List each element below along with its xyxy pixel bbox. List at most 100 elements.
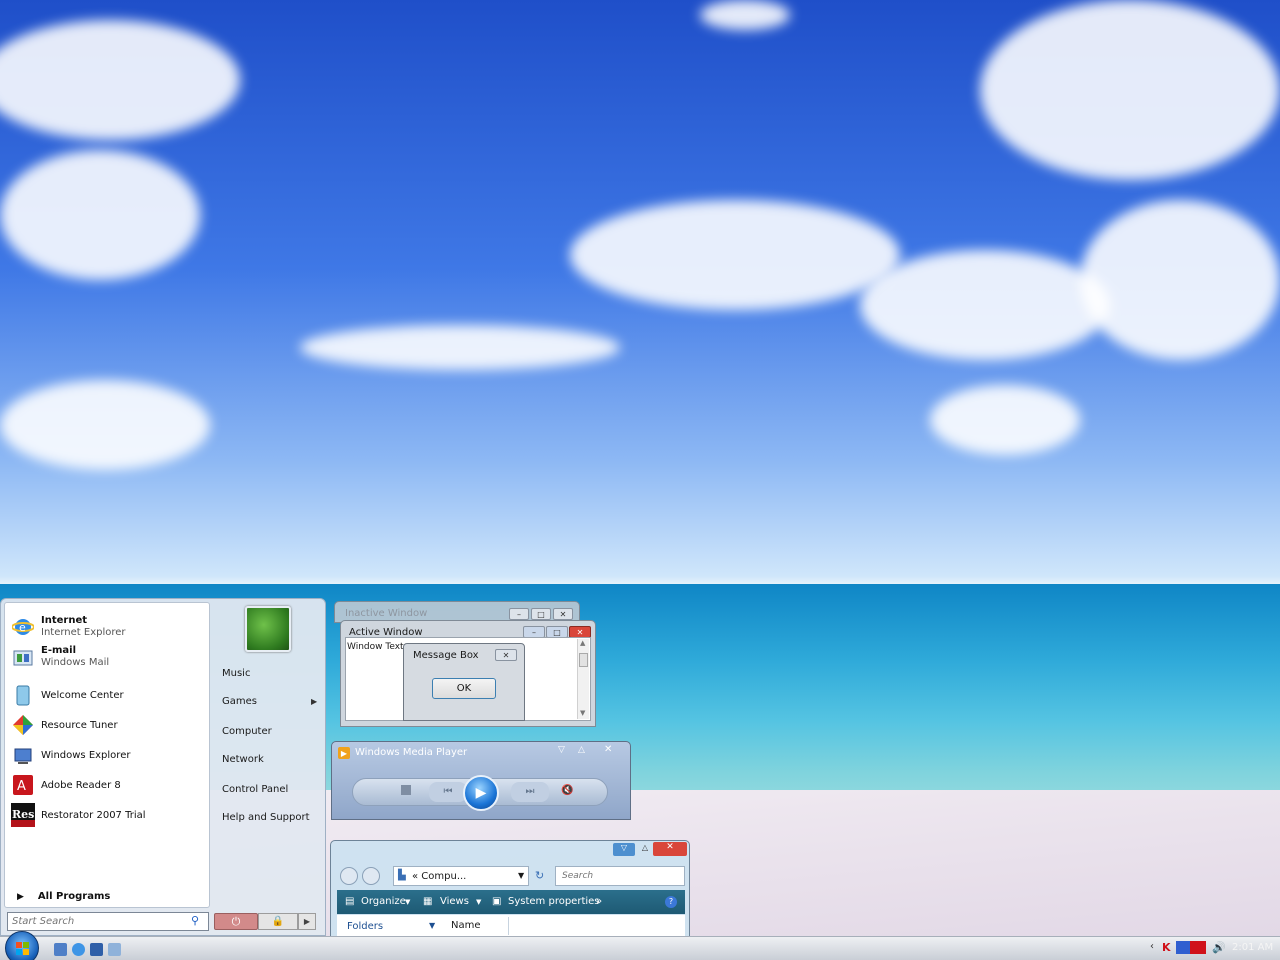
cloud	[860, 250, 1110, 360]
organize-menu[interactable]: Organize	[361, 896, 406, 907]
start-search-input[interactable]	[7, 912, 209, 931]
scrollbar-thumb[interactable]	[579, 653, 588, 667]
link-computer[interactable]: Computer	[222, 726, 272, 737]
pinned-item-subtitle: Internet Explorer	[41, 627, 126, 638]
window-text: Window Text	[347, 642, 404, 652]
link-control-panel[interactable]: Control Panel	[222, 784, 288, 795]
cloud	[1080, 200, 1280, 360]
forward-button[interactable]	[362, 867, 380, 885]
start-menu: e Internet Internet Explorer E-mail Window…	[0, 598, 326, 936]
adobe-reader-icon: A	[11, 773, 35, 797]
maximize-icon: △	[641, 843, 649, 852]
chevron-down-icon[interactable]: ▽	[558, 745, 565, 755]
windows-logo-icon	[16, 942, 29, 955]
minimize-icon: ▽	[620, 843, 628, 852]
close-icon: ✕	[576, 627, 584, 637]
link-network[interactable]: Network	[222, 754, 264, 765]
volume-icon[interactable]: 🔊	[1212, 941, 1226, 954]
close-icon[interactable]: ✕	[604, 744, 612, 755]
pinned-item-title: Internet	[41, 615, 88, 626]
internet-explorer-icon: e	[11, 615, 35, 639]
minimize-icon: –	[517, 609, 521, 619]
computer-icon: ▙	[398, 870, 406, 881]
organize-icon: ▤	[345, 896, 355, 907]
folders-pane-toggle[interactable]: Folders	[347, 921, 383, 932]
lock-button[interactable]: 🔒	[258, 913, 298, 930]
all-programs-button[interactable]: ▶ All Programs	[17, 891, 110, 902]
help-icon[interactable]: ?	[665, 896, 677, 908]
cloud	[700, 0, 790, 30]
next-button[interactable]: ⏭	[511, 782, 549, 802]
address-bar[interactable]: ▙ « Compu... ▼	[393, 866, 529, 886]
scroll-up-icon: ▲	[580, 639, 586, 647]
explorer-window[interactable]: ▽ △ ✕ ▙ « Compu... ▼ ↻ ▤ Organize ▼ ▦ Vi…	[330, 840, 690, 941]
messenger-tray-icon[interactable]	[1190, 941, 1206, 954]
svg-text:Res: Res	[12, 808, 34, 821]
refresh-icon[interactable]: ↻	[535, 869, 544, 882]
windows-media-player-icon[interactable]	[108, 943, 121, 956]
recent-item-windows-explorer[interactable]: Windows Explorer	[11, 741, 207, 769]
recent-item-label: Windows Explorer	[41, 749, 131, 761]
link-games[interactable]: Games	[222, 696, 257, 707]
message-box-dialog[interactable]: Message Box ✕ OK	[403, 643, 525, 721]
vertical-scrollbar[interactable]: ▲ ▼	[577, 639, 589, 719]
recent-item-restorator[interactable]: Res Restorator 2007 Trial	[11, 801, 207, 829]
previous-button[interactable]: ⏮	[429, 782, 467, 802]
close-icon: ✕	[559, 609, 567, 619]
chevron-down-icon[interactable]: ▼	[518, 871, 524, 880]
windows-mail-icon	[11, 645, 35, 669]
system-properties-button[interactable]: System properties	[508, 896, 600, 907]
switch-windows-icon[interactable]	[90, 943, 103, 956]
close-button[interactable]: ✕	[495, 649, 517, 661]
network-tray-icon[interactable]	[1176, 941, 1190, 954]
recent-item-welcome-center[interactable]: Welcome Center	[11, 681, 207, 709]
play-button[interactable]: ▶	[463, 775, 499, 811]
chevron-left-icon[interactable]: ‹	[1150, 941, 1154, 952]
scroll-down-icon: ▼	[580, 709, 586, 717]
recent-item-resource-tuner[interactable]: Resource Tuner	[11, 711, 207, 739]
views-icon: ▦	[423, 896, 433, 907]
pinned-item-email[interactable]: E-mail Windows Mail	[11, 643, 207, 671]
antivirus-tray-icon[interactable]: K	[1162, 941, 1171, 954]
chevron-right-icon: ▶	[17, 891, 24, 902]
user-picture[interactable]	[245, 606, 291, 652]
link-music[interactable]: Music	[222, 668, 250, 679]
minimize-button[interactable]: –	[509, 608, 529, 620]
ok-button[interactable]: OK	[432, 678, 496, 699]
link-help-and-support[interactable]: Help and Support	[222, 812, 310, 823]
dialog-title: Message Box	[413, 650, 479, 661]
internet-explorer-icon[interactable]	[72, 943, 85, 956]
media-player-window[interactable]: ▶ Windows Media Player ▽ △ ✕ ⏮ ⏭ 🔇 ▶	[331, 741, 631, 820]
maximize-icon[interactable]: △	[578, 745, 585, 755]
maximize-button[interactable]: △	[637, 843, 653, 856]
lock-icon: 🔒	[271, 916, 285, 927]
pinned-item-subtitle: Windows Mail	[41, 657, 110, 668]
power-options-button[interactable]: ▶	[298, 913, 316, 930]
pinned-item-title: E-mail	[41, 645, 77, 656]
maximize-button[interactable]: □	[531, 608, 551, 620]
back-button[interactable]	[340, 867, 358, 885]
name-column-header[interactable]: Name	[445, 917, 509, 935]
windows-explorer-icon	[11, 743, 35, 767]
close-button[interactable]: ✕	[553, 608, 573, 620]
media-player-icon: ▶	[338, 747, 350, 759]
search-input[interactable]	[555, 866, 685, 886]
power-button[interactable]: ⏻	[214, 913, 258, 930]
stop-button[interactable]	[401, 785, 411, 795]
close-icon: ✕	[502, 650, 510, 660]
views-menu[interactable]: Views	[440, 896, 469, 907]
maximize-icon: □	[537, 609, 545, 619]
cloud	[300, 325, 620, 370]
mute-icon[interactable]: 🔇	[561, 785, 573, 796]
recent-item-adobe-reader[interactable]: A Adobe Reader 8	[11, 771, 207, 799]
taskbar-clock[interactable]: 2:01 AM	[1232, 942, 1273, 953]
pinned-item-internet[interactable]: e Internet Internet Explorer	[11, 613, 207, 641]
more-commands-icon[interactable]: »	[596, 896, 602, 907]
play-icon: ▶	[475, 785, 487, 801]
close-button[interactable]: ✕	[653, 842, 687, 856]
start-button[interactable]	[5, 931, 39, 960]
chevron-down-icon[interactable]: ▼	[429, 921, 435, 930]
minimize-button[interactable]: ▽	[613, 843, 635, 856]
show-desktop-icon[interactable]	[54, 943, 67, 956]
cloud	[0, 20, 240, 140]
